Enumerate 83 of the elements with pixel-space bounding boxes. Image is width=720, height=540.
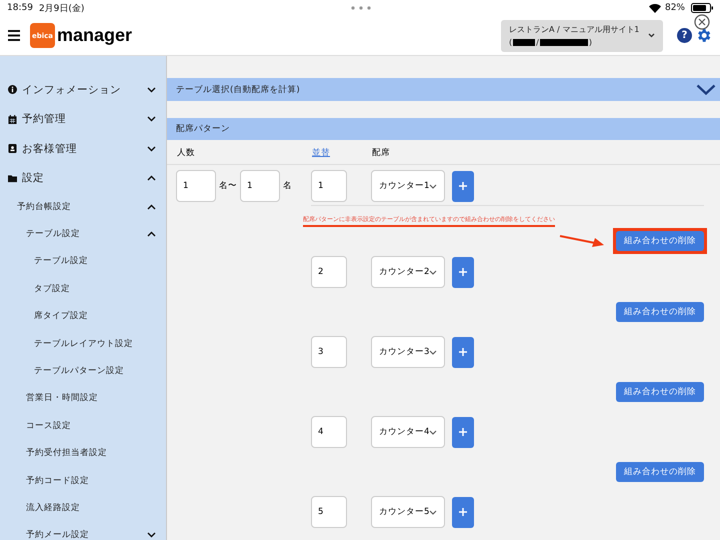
status-date: 2月9日(金) xyxy=(38,2,84,14)
plus-icon xyxy=(459,182,467,190)
chevron-up-icon xyxy=(147,204,156,210)
plus-icon xyxy=(459,428,467,436)
sidebar-item[interactable]: 予約コード設定 xyxy=(0,466,166,494)
seat-select[interactable]: カウンター1 xyxy=(371,170,445,202)
order-field[interactable]: 5 xyxy=(311,496,347,528)
site-selector[interactable]: レストランA / マニュアル用サイト1 ( / ) xyxy=(501,20,663,52)
add-button[interactable] xyxy=(452,416,474,448)
sidebar-item[interactable]: 流入経路設定 xyxy=(0,494,166,522)
add-button[interactable] xyxy=(452,336,474,368)
caret-icon xyxy=(429,350,437,355)
chevron-up-icon xyxy=(147,175,156,182)
sidebar-item[interactable]: テーブル設定 xyxy=(0,220,166,248)
column-header: 配席 xyxy=(372,147,390,159)
caret-icon xyxy=(429,184,437,189)
max-party-field[interactable]: 1 xyxy=(240,170,280,202)
redaction-block xyxy=(540,38,588,46)
more-icon xyxy=(351,6,371,10)
add-button[interactable] xyxy=(452,256,474,288)
chevron-down-icon xyxy=(147,86,156,93)
plus-icon xyxy=(459,348,467,356)
add-button[interactable] xyxy=(452,496,474,528)
sidebar-item[interactable]: 予約受付担当者設定 xyxy=(0,440,166,467)
delete-combination-button[interactable]: 組み合わせの削除 xyxy=(616,382,704,402)
folder-icon xyxy=(8,174,17,183)
sidebar-item[interactable]: 予約台帳設定 xyxy=(0,193,166,220)
chevron-up-icon xyxy=(147,231,156,238)
seat-select[interactable]: カウンター2 xyxy=(371,256,445,288)
caret-icon xyxy=(429,430,437,435)
chevron-down-icon xyxy=(696,84,716,95)
unit-label: 名 xyxy=(283,180,292,193)
sidebar-item[interactable]: 予約メール設定 xyxy=(0,522,166,540)
column-header: 人数 xyxy=(177,147,196,159)
sidebar-item[interactable]: 設定 xyxy=(0,164,166,193)
section-header: 配席パターン xyxy=(167,118,720,140)
wifi-icon xyxy=(648,4,661,12)
min-party-field[interactable]: 1 xyxy=(176,170,216,202)
close-icon[interactable] xyxy=(694,14,710,30)
menu-icon[interactable] xyxy=(8,30,20,41)
logo-text: manager xyxy=(57,25,132,46)
sidebar-item[interactable]: テーブル設定 xyxy=(0,248,166,276)
settings-icon[interactable] xyxy=(695,27,712,44)
contact-card-icon xyxy=(8,144,17,154)
plus-icon xyxy=(459,268,467,276)
battery-icon xyxy=(691,3,713,13)
delete-combination-button[interactable]: 組み合わせの削除 xyxy=(616,302,704,322)
add-button[interactable] xyxy=(452,170,474,202)
sort-link[interactable]: 並替 xyxy=(312,147,372,159)
sidebar-item[interactable]: 営業日・時間設定 xyxy=(0,384,166,412)
status-time: 18:59 xyxy=(7,3,33,13)
order-field[interactable]: 4 xyxy=(311,416,347,448)
delete-combination-button[interactable]: 組み合わせの削除 xyxy=(616,231,704,251)
chevron-down-icon xyxy=(147,116,156,122)
redaction-block xyxy=(513,38,536,46)
sidebar-item[interactable]: 席タイプ設定 xyxy=(0,302,166,330)
order-field[interactable]: 3 xyxy=(311,336,347,368)
sidebar-item[interactable]: テーブルパターン設定 xyxy=(0,357,166,385)
battery-level: 82% xyxy=(664,3,685,13)
seat-select[interactable]: カウンター3 xyxy=(371,336,445,368)
plus-icon xyxy=(459,508,467,516)
caret-icon xyxy=(648,32,655,38)
unit-label: 名〜 xyxy=(219,180,237,193)
sidebar-item[interactable]: インフォメーション xyxy=(0,75,166,104)
caret-icon xyxy=(429,510,437,515)
delete-combination-button[interactable]: 組み合わせの削除 xyxy=(616,462,704,482)
chevron-down-icon xyxy=(147,532,156,538)
seat-select[interactable]: カウンター4 xyxy=(371,416,445,448)
sidebar-item[interactable]: コース設定 xyxy=(0,412,166,440)
order-field[interactable]: 1 xyxy=(311,170,347,202)
info-icon xyxy=(8,85,17,94)
sidebar-item[interactable]: お客様管理 xyxy=(0,134,166,164)
order-field[interactable]: 2 xyxy=(311,256,347,288)
sidebar-item[interactable]: テーブルレイアウト設定 xyxy=(0,330,166,358)
calendar-icon xyxy=(8,114,17,124)
section-header[interactable]: テーブル選択(自動配席を計算) xyxy=(167,78,720,101)
chevron-down-icon xyxy=(147,146,156,152)
sidebar-item[interactable]: タブ設定 xyxy=(0,275,166,303)
help-button[interactable]: ? xyxy=(677,28,692,43)
caret-icon xyxy=(429,270,437,275)
sidebar-item[interactable]: 予約管理 xyxy=(0,104,166,134)
seat-select[interactable]: カウンター5 xyxy=(371,496,445,528)
annotation-arrow xyxy=(559,234,605,248)
